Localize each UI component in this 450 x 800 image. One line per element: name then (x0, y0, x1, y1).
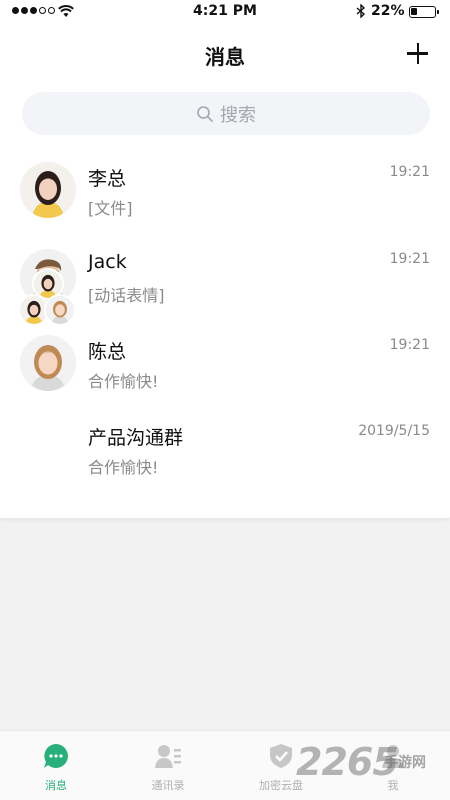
avatar-woman-icon (46, 296, 74, 324)
conversation-time: 19:21 (389, 337, 430, 353)
conversation-name: 李总 (88, 168, 127, 190)
conversation-item[interactable]: 陈总 合作愉快! 19:21 (0, 323, 450, 409)
group-member-avatar (44, 294, 76, 326)
tab-contacts[interactable]: 通讯录 (113, 731, 223, 800)
chat-bubble-icon (44, 744, 68, 768)
tab-label: 消息 (45, 779, 67, 792)
avatar-woman-icon (20, 335, 76, 391)
tab-label: 通讯录 (151, 779, 185, 792)
conversation-preview: 合作愉快! (88, 458, 159, 477)
main-panel: 4:21 PM 22% 消息 搜索 李总 [文件] 19:21 Jack [动话… (0, 0, 450, 518)
battery-icon (409, 6, 439, 18)
shield-check-icon (270, 744, 292, 768)
avatar (20, 335, 76, 391)
conversation-preview: [动话表情] (88, 286, 165, 305)
conversation-time: 19:21 (389, 164, 430, 180)
search-placeholder: 搜索 (220, 104, 256, 126)
tab-messages[interactable]: 消息 (1, 731, 111, 800)
avatar-woman-icon (20, 162, 76, 218)
conversation-preview: 合作愉快! (88, 372, 159, 391)
page-title: 消息 (205, 45, 245, 69)
plus-icon[interactable] (404, 40, 432, 68)
contacts-icon (155, 745, 181, 768)
battery-fill (411, 8, 417, 15)
search-input[interactable]: 搜索 (22, 92, 430, 135)
watermark-subtitle: 手游网 (384, 755, 426, 771)
conversation-item[interactable]: 李总 [文件] 19:21 (0, 150, 450, 236)
conversation-time: 19:21 (389, 251, 430, 267)
avatar (20, 162, 76, 218)
group-avatar (18, 266, 78, 328)
conversation-name: Jack (88, 251, 127, 273)
watermark-logo: 2265 (296, 740, 399, 784)
conversation-name: 产品沟通群 (88, 427, 184, 449)
conversation-preview: [文件] (88, 199, 133, 218)
conversation-time: 2019/5/15 (358, 423, 430, 439)
search-icon (197, 105, 213, 122)
battery-percent: 22% (371, 3, 405, 19)
bluetooth-icon (356, 4, 366, 18)
conversation-name: 陈总 (88, 341, 127, 363)
conversation-item-group[interactable]: 产品沟通群 合作愉快! 2019/5/15 (0, 409, 450, 495)
status-bar: 4:21 PM 22% (0, 0, 450, 24)
